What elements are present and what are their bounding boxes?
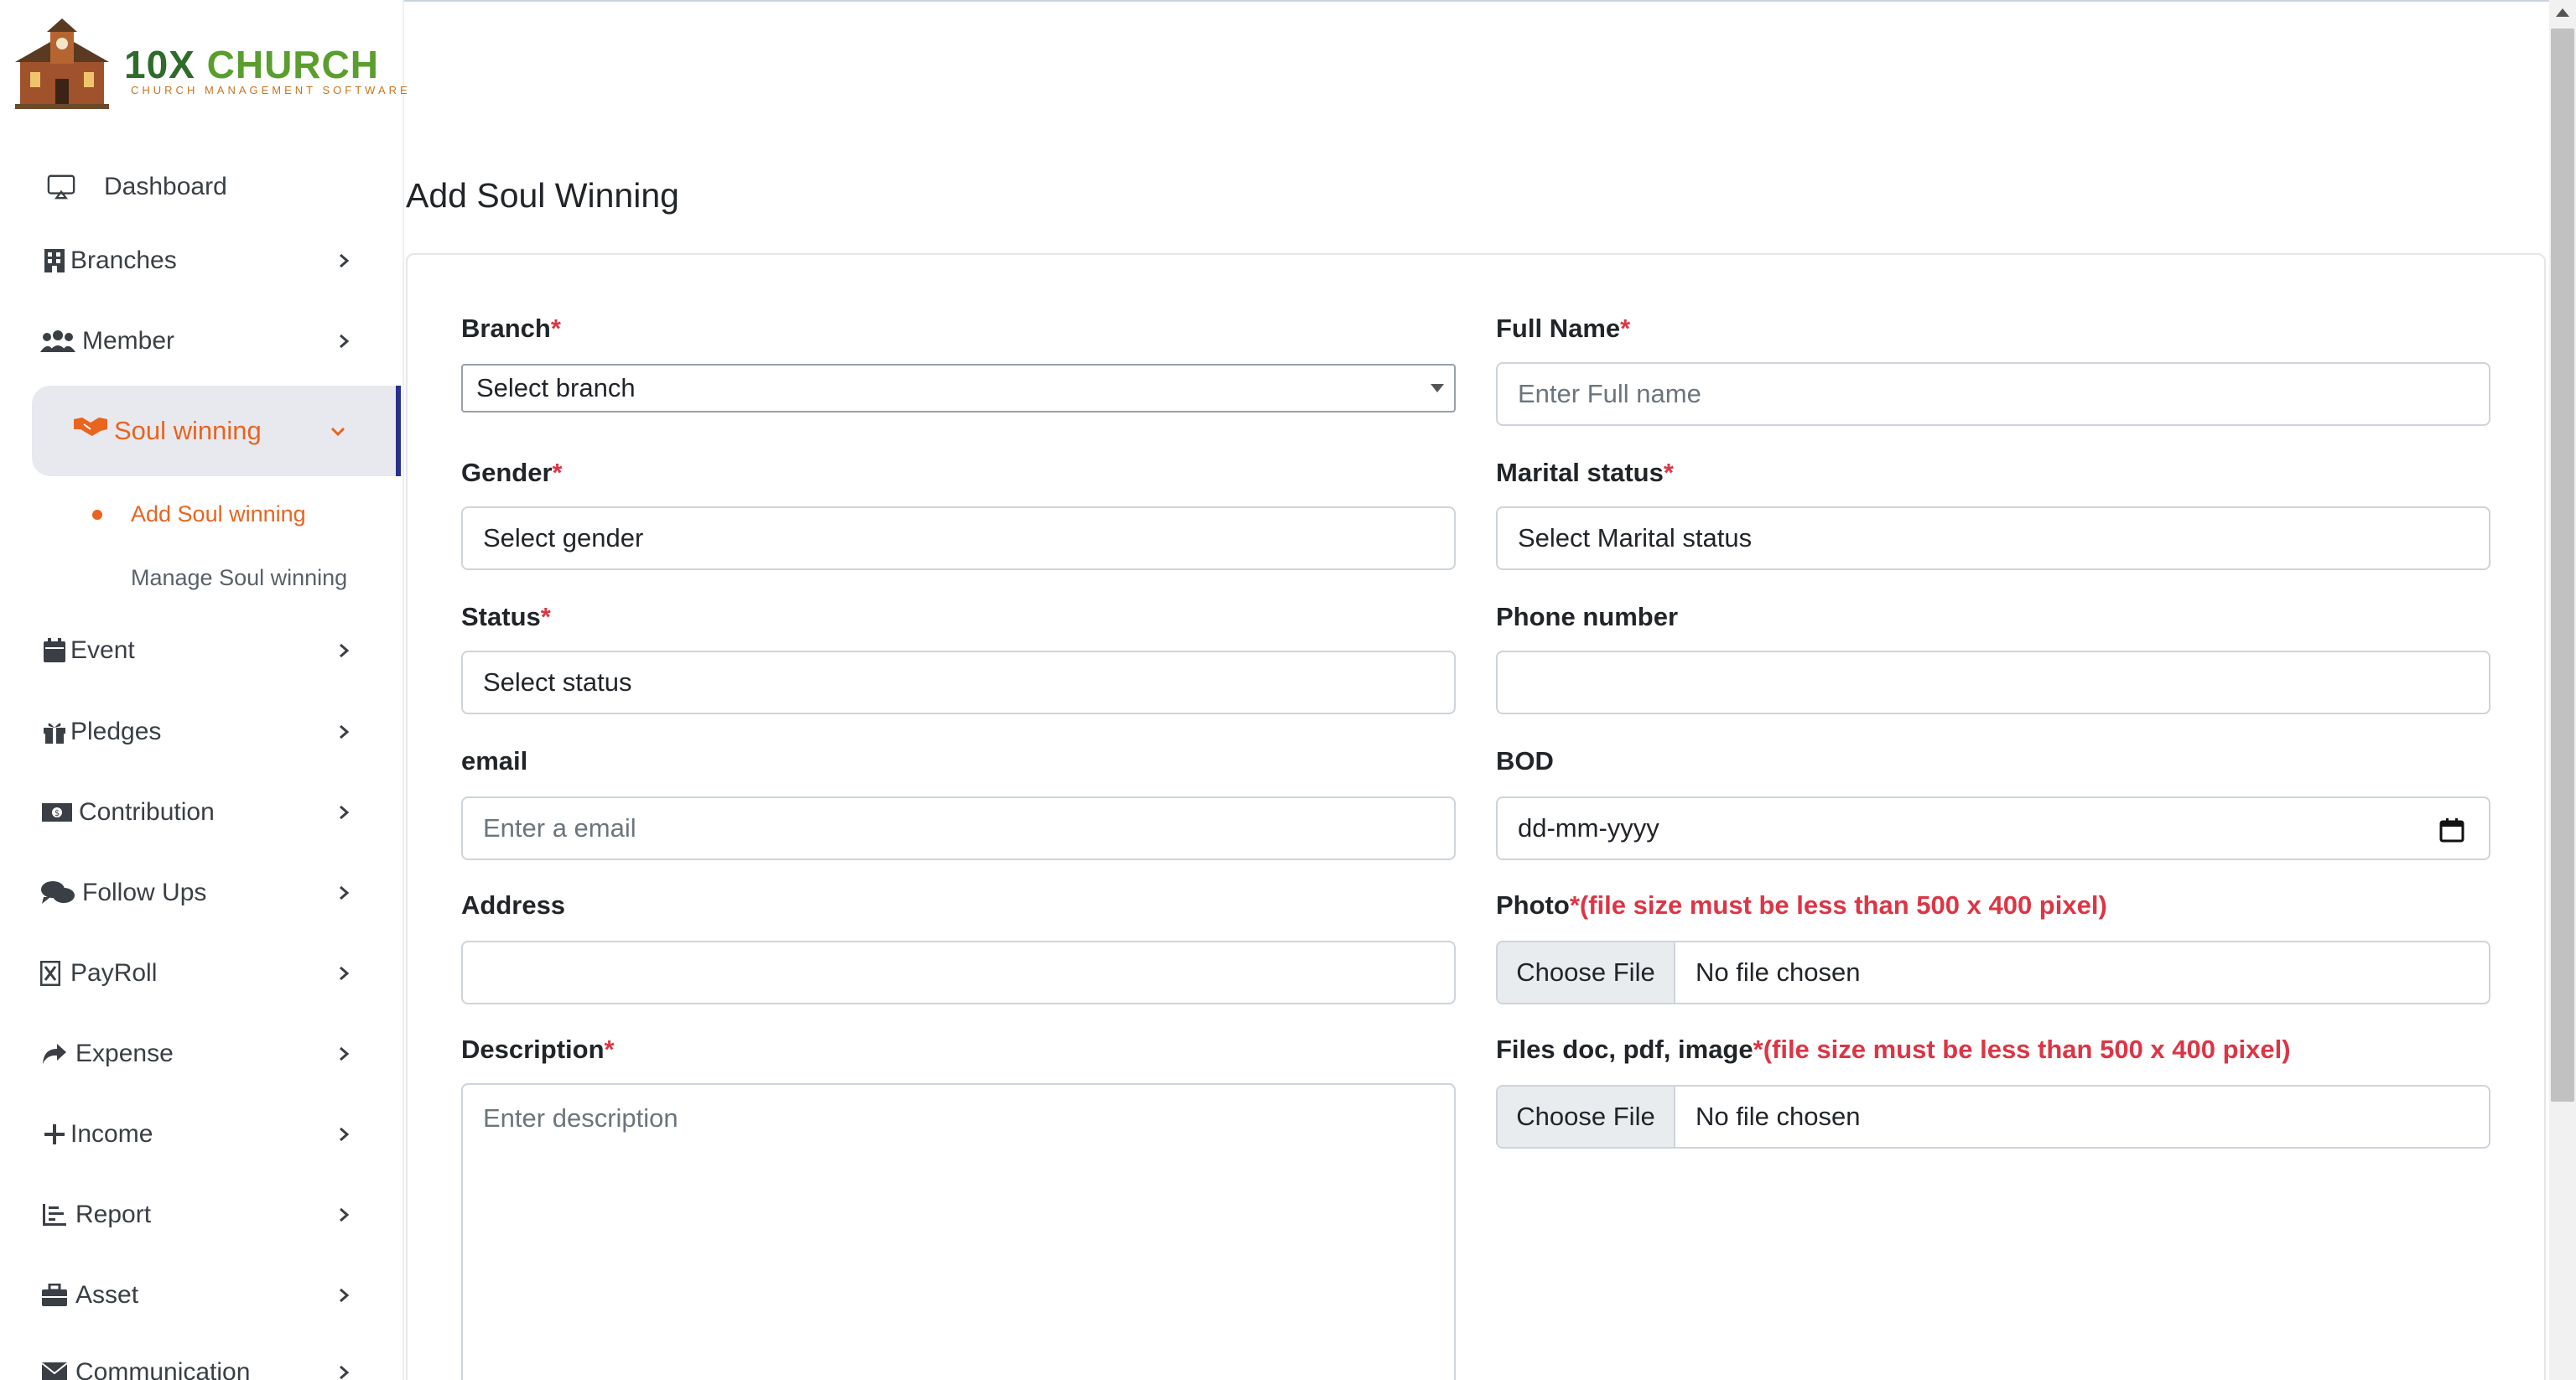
plus-icon [40, 1120, 69, 1149]
marital-status-label: Marital status* [1496, 458, 1674, 487]
chart-icon [40, 1201, 69, 1229]
branch-select[interactable]: Select branch [461, 364, 1456, 412]
sidebar: 10X CHURCH CHURCH MANAGEMENT SOFTWARE Da… [0, 0, 408, 1380]
sidebar-item-soul-winning[interactable]: Soul winning [32, 386, 401, 476]
phone-input[interactable] [1496, 651, 2490, 714]
full-name-label: Full Name* [1496, 314, 1631, 343]
chevron-right-icon [335, 1364, 352, 1380]
sidebar-item-expense[interactable]: Expense [0, 1025, 394, 1083]
gift-icon [40, 718, 69, 746]
email-label: email [461, 746, 528, 776]
chevron-right-icon [335, 1045, 352, 1062]
dropdown-caret-icon [1431, 384, 1444, 392]
chevron-right-icon [335, 885, 352, 901]
gender-label: Gender* [461, 458, 563, 487]
sidebar-item-member[interactable]: Member [0, 312, 394, 371]
brand-logo[interactable]: 10X CHURCH CHURCH MANAGEMENT SOFTWARE [15, 18, 408, 112]
marital-status-select[interactable]: Select Marital status [1496, 506, 2490, 570]
bod-date-input[interactable]: dd-mm-yyyy [1496, 796, 2490, 860]
sidebar-item-label: Pledges [70, 718, 162, 745]
bod-label: BOD [1496, 746, 1554, 776]
calendar-icon [40, 636, 69, 665]
sidebar-item-follow-ups[interactable]: Follow Ups [0, 864, 394, 922]
monitor-icon [47, 173, 75, 201]
chevron-right-icon [335, 965, 352, 982]
sidebar-subitem-add-soul-winning[interactable]: Add Soul winning [131, 501, 306, 527]
chevron-right-icon [335, 804, 352, 821]
sidebar-item-label: Dashboard [104, 173, 227, 200]
users-icon [40, 327, 75, 355]
sidebar-item-pledges[interactable]: Pledges [0, 703, 394, 761]
comments-icon [40, 879, 75, 907]
sidebar-item-dashboard[interactable]: Dashboard [0, 158, 394, 216]
envelope-icon [40, 1358, 69, 1380]
sidebar-item-asset[interactable]: Asset [0, 1266, 394, 1325]
description-label: Description* [461, 1035, 615, 1064]
vertical-scrollbar[interactable] [2549, 0, 2576, 1380]
sidebar-item-report[interactable]: Report [0, 1185, 394, 1244]
files-label: Files doc, pdf, image*(file size must be… [1496, 1035, 2291, 1064]
sidebar-item-payroll[interactable]: PayRoll [0, 944, 394, 1003]
photo-choose-file-button[interactable]: Choose File [1498, 942, 1675, 1003]
full-name-input[interactable]: Enter Full name [1496, 362, 2490, 426]
address-input[interactable] [461, 941, 1456, 1004]
svg-text:$: $ [55, 809, 60, 818]
sidebar-item-label: Event [70, 636, 135, 664]
chevron-right-icon [335, 642, 352, 659]
calendar-picker-icon[interactable] [2438, 817, 2465, 843]
building-icon [40, 246, 69, 275]
chevron-right-icon [335, 1287, 352, 1304]
status-label: Status* [461, 602, 551, 631]
chevron-right-icon [335, 252, 352, 269]
photo-file-input[interactable]: Choose File No file chosen [1496, 941, 2490, 1004]
address-label: Address [461, 890, 566, 920]
sidebar-item-label: Follow Ups [82, 879, 207, 906]
sidebar-subitem-manage-soul-winning[interactable]: Manage Soul winning [131, 565, 347, 591]
handshake-icon [72, 412, 109, 444]
sidebar-item-income[interactable]: Income [0, 1105, 394, 1164]
brand-name: 10X CHURCH [124, 43, 379, 86]
share-icon [40, 1040, 69, 1068]
photo-label: Photo*(file size must be less than 500 x… [1496, 890, 2107, 920]
sidebar-item-event[interactable]: Event [0, 621, 394, 680]
briefcase-icon [40, 1281, 69, 1310]
sidebar-item-label: Contribution [79, 798, 215, 826]
sidebar-item-label: Expense [75, 1040, 174, 1067]
church-logo-icon [15, 18, 109, 109]
files-file-status: No file chosen [1696, 1102, 1861, 1131]
sidebar-item-label: Branches [70, 246, 177, 274]
sidebar-item-label: PayRoll [70, 959, 158, 987]
sidebar-item-label: Asset [75, 1281, 139, 1309]
photo-file-status: No file chosen [1696, 957, 1861, 987]
branch-label: Branch* [461, 314, 561, 343]
status-select[interactable]: Select status [461, 651, 1456, 714]
scrollbar-thumb[interactable] [2551, 29, 2574, 1102]
chevron-right-icon [335, 1126, 352, 1143]
page-title: Add Soul Winning [406, 176, 679, 215]
chevron-right-icon [335, 724, 352, 740]
sidebar-item-contribution[interactable]: $ Contribution [0, 783, 394, 842]
sidebar-item-label: Soul winning [114, 416, 262, 445]
email-input[interactable]: Enter a email [461, 796, 1456, 860]
files-choose-file-button[interactable]: Choose File [1498, 1087, 1675, 1147]
chevron-down-icon [329, 423, 347, 441]
gender-select[interactable]: Select gender [461, 506, 1456, 570]
sidebar-item-label: Member [82, 327, 175, 355]
active-sub-dot [92, 510, 102, 520]
phone-label: Phone number [1496, 602, 1679, 631]
sidebar-item-label: Income [70, 1120, 153, 1148]
sidebar-item-label: Communication [75, 1358, 251, 1380]
files-file-input[interactable]: Choose File No file chosen [1496, 1085, 2490, 1149]
sidebar-item-communication[interactable]: Communication [0, 1343, 394, 1380]
sidebar-item-label: Report [75, 1201, 152, 1228]
brand-tagline: CHURCH MANAGEMENT SOFTWARE [131, 84, 411, 96]
money-icon: $ [40, 798, 74, 827]
file-invoice-icon [40, 959, 60, 988]
sidebar-item-branches[interactable]: Branches [0, 231, 394, 290]
description-textarea[interactable]: Enter description [461, 1083, 1456, 1380]
chevron-right-icon [335, 333, 352, 350]
scroll-up-icon[interactable] [2556, 8, 2569, 17]
chevron-right-icon [335, 1206, 352, 1223]
